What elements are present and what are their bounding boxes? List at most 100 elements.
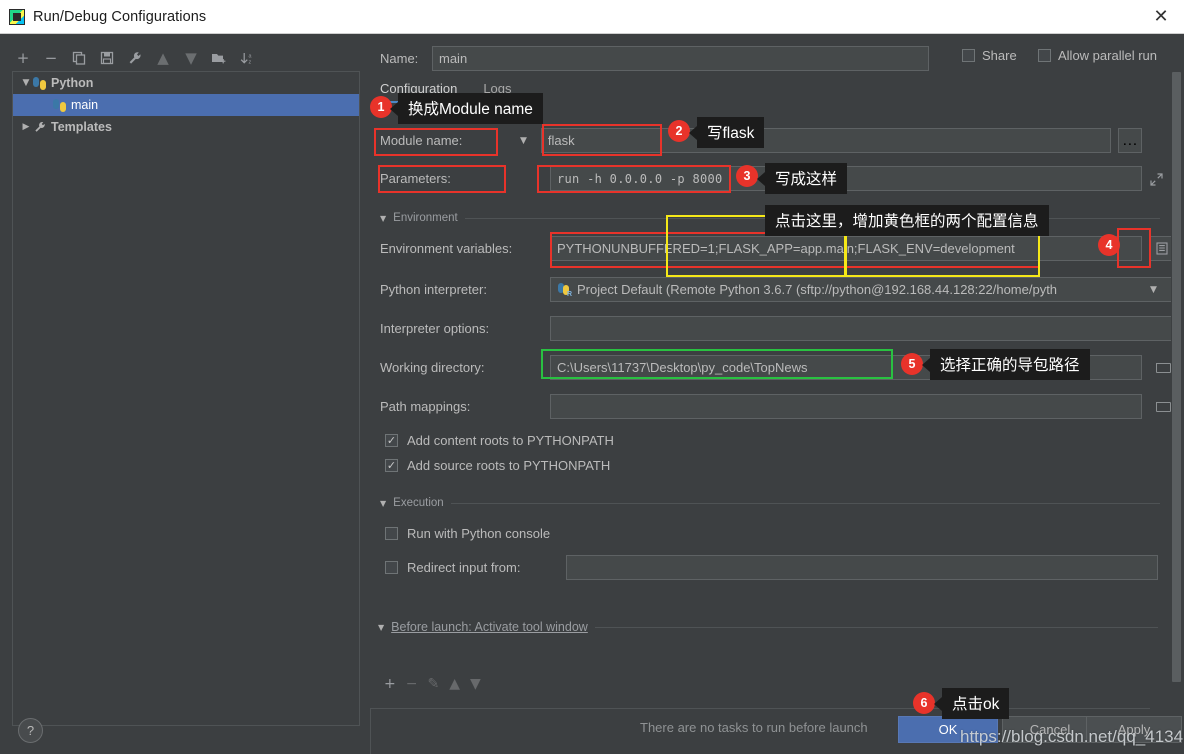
interpreter-options-row: Interpreter options: (380, 316, 1172, 341)
add-source-roots-checkbox[interactable]: ✓ (385, 459, 398, 472)
new-folder-button[interactable] (206, 46, 232, 70)
tree-node-label: Templates (51, 120, 112, 134)
chevron-down-icon[interactable]: ▼ (1150, 285, 1157, 295)
task-move-down-button[interactable]: ▼ (470, 676, 481, 692)
before-launch-label: Before launch: Activate tool window (391, 620, 588, 634)
environment-section-label: Environment (393, 212, 458, 224)
expand-editor-icon[interactable] (1150, 173, 1163, 186)
scrollbar-thumb[interactable] (1172, 72, 1181, 682)
environment-variables-row: Environment variables: PYTHONUNBUFFERED=… (380, 236, 1174, 261)
save-configuration-button[interactable] (94, 46, 120, 70)
environment-variables-label: Environment variables: (380, 241, 513, 256)
execution-section-header[interactable]: ▼ Execution (380, 497, 1160, 509)
module-browse-button[interactable]: … (1117, 128, 1142, 153)
interpreter-options-label: Interpreter options: (380, 321, 490, 336)
chevron-down-icon[interactable]: ▼ (380, 499, 386, 508)
chevron-down-icon[interactable]: ▼ (520, 136, 527, 146)
module-name-input[interactable]: flask (540, 128, 1111, 153)
redirect-input-row: ✓ Redirect input from: (385, 555, 1158, 580)
allow-parallel-run-row[interactable]: ✓ Allow parallel run (1038, 48, 1157, 63)
share-label: Share (982, 48, 1017, 63)
python-interpreter-value: Project Default (Remote Python 3.6.7 (sf… (577, 282, 1058, 297)
before-launch-empty-message: There are no tasks to run before launch (640, 720, 868, 735)
chevron-down-icon[interactable]: ▼ (378, 623, 384, 632)
section-divider (450, 502, 1160, 504)
run-with-console-row[interactable]: ✓ Run with Python console (385, 526, 550, 541)
annotation-badge-4: 4 (1098, 234, 1120, 256)
tree-node-templates[interactable]: ▶ Templates (13, 116, 359, 138)
annotation-badge-6: 6 (913, 692, 935, 714)
share-checkbox[interactable]: ✓ (962, 49, 975, 62)
path-mappings-label: Path mappings: (380, 399, 471, 414)
remove-configuration-button[interactable]: − (38, 46, 64, 70)
python-interpreter-label: Python interpreter: (380, 282, 487, 297)
tree-node-python[interactable]: ▼ Python (13, 72, 359, 94)
environment-variables-input[interactable]: PYTHONUNBUFFERED=1;FLASK_APP=app.main;FL… (550, 236, 1142, 261)
annotation-badge-5: 5 (901, 353, 923, 375)
add-content-roots-label: Add content roots to PYTHONPATH (407, 433, 614, 448)
add-content-roots-row[interactable]: ✓ Add content roots to PYTHONPATH (385, 433, 614, 448)
tree-node-label: main (71, 98, 99, 112)
help-button[interactable]: ? (18, 718, 43, 743)
svg-text:z: z (248, 59, 251, 65)
python-icon (53, 98, 66, 112)
share-checkbox-row[interactable]: ✓ Share (962, 48, 1017, 63)
redirect-input-field[interactable] (566, 555, 1158, 580)
configuration-form: Name: main ✓ Share ✓ Allow parallel run … (370, 34, 1184, 754)
name-row: Name: main (380, 46, 929, 71)
watermark: https://blog.csdn.net/qq_41341757 (960, 727, 1184, 746)
redirect-input-label: Redirect input from: (407, 560, 521, 575)
python-interpreter-select[interactable]: R Project Default (Remote Python 3.6.7 (… (550, 277, 1172, 302)
annotation-callout-6: 点击ok (934, 688, 1010, 719)
wrench-icon[interactable] (122, 46, 148, 70)
vertical-scrollbar[interactable] (1171, 70, 1182, 725)
redirect-input-checkbox[interactable]: ✓ (385, 561, 398, 574)
task-move-up-button[interactable]: ▲ (449, 676, 460, 692)
pycharm-icon (9, 8, 25, 25)
add-source-roots-label: Add source roots to PYTHONPATH (407, 458, 611, 473)
section-divider (594, 626, 1158, 628)
add-source-roots-row[interactable]: ✓ Add source roots to PYTHONPATH (385, 458, 610, 473)
annotation-callout-1: 换成Module name (390, 93, 543, 124)
chevron-down-icon[interactable]: ▼ (19, 78, 33, 88)
sort-az-icon[interactable]: az (234, 46, 260, 70)
module-name-label: Module name: (380, 133, 463, 148)
allow-parallel-run-checkbox[interactable]: ✓ (1038, 49, 1051, 62)
add-configuration-button[interactable]: + (10, 46, 36, 70)
annotation-badge-3: 3 (736, 165, 758, 187)
configurations-tree: ▼ Python main ▶ Templates (12, 71, 360, 726)
run-with-python-console-checkbox[interactable]: ✓ (385, 527, 398, 540)
interpreter-options-input[interactable] (550, 316, 1172, 341)
dialog-body: + − ▲ ▼ az ▼ Python main ▶ Templates ? N… (0, 34, 1184, 754)
chevron-down-icon[interactable]: ▼ (380, 214, 386, 223)
copy-configuration-button[interactable] (66, 46, 92, 70)
remove-task-button[interactable]: − (406, 676, 418, 692)
before-launch-toolbar: + − ✎ ▲ ▼ (384, 676, 481, 692)
path-mappings-row: Path mappings: (380, 394, 1174, 419)
close-icon[interactable]: ✕ (1138, 0, 1184, 33)
folder-icon (1155, 401, 1171, 412)
title-bar: Run/Debug Configurations ✕ (0, 0, 1184, 34)
path-mappings-input[interactable] (550, 394, 1142, 419)
folder-icon (1155, 362, 1171, 373)
name-input[interactable]: main (432, 46, 929, 71)
before-launch-header[interactable]: ▼ Before launch: Activate tool window (378, 620, 1158, 634)
move-down-button[interactable]: ▼ (178, 46, 204, 70)
annotation-callout-4: 点击这里，增加黄色框的两个配置信息 (765, 205, 1049, 236)
tree-node-main[interactable]: main (13, 94, 359, 116)
annotation-callout-5: 选择正确的导包路径 (922, 349, 1090, 380)
run-with-python-console-label: Run with Python console (407, 526, 551, 541)
chevron-right-icon[interactable]: ▶ (19, 122, 33, 132)
name-label: Name: (380, 51, 419, 66)
python-icon (33, 76, 46, 90)
annotation-badge-1: 1 (370, 96, 392, 118)
edit-task-button[interactable]: ✎ (427, 676, 439, 692)
add-content-roots-checkbox[interactable]: ✓ (385, 434, 398, 447)
add-task-button[interactable]: + (384, 676, 396, 692)
move-up-button[interactable]: ▲ (150, 46, 176, 70)
remote-python-icon: R (557, 282, 572, 298)
window-title: Run/Debug Configurations (33, 8, 207, 25)
tree-node-label: Python (51, 76, 94, 90)
svg-text:a: a (248, 53, 251, 59)
run-debug-configurations-dialog: Run/Debug Configurations ✕ + − ▲ ▼ az ▼ … (0, 0, 1184, 754)
